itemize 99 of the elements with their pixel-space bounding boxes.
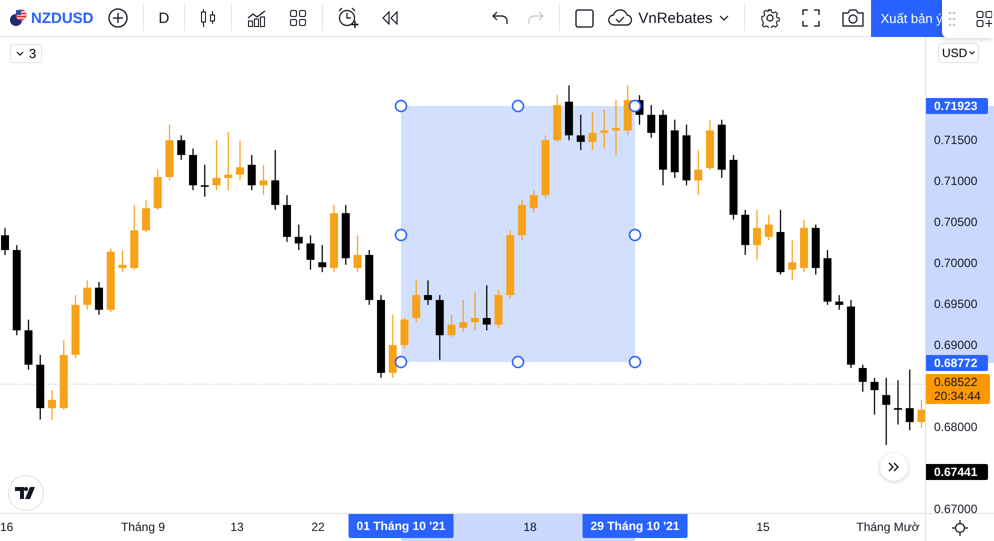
price-tick: 0.71000 [934, 174, 978, 188]
resize-handle[interactable] [628, 228, 642, 242]
candlestick [118, 249, 126, 273]
settings-icon [760, 8, 780, 28]
rewind-icon [382, 11, 398, 25]
candlestick [142, 199, 150, 233]
axis-settings-button[interactable] [952, 520, 968, 536]
price-tick: 0.71500 [934, 133, 978, 148]
logo-badge[interactable] [8, 475, 44, 511]
time-tick: 22 [311, 519, 325, 535]
time-tick: 15 [756, 519, 770, 535]
candlestick [1, 227, 9, 256]
candlestick [306, 234, 314, 270]
candlestick [858, 364, 867, 392]
time-tick: Tháng 9 [120, 519, 166, 535]
candlestick [200, 164, 209, 198]
price-tick: 0.69500 [934, 297, 978, 312]
time-tick: 16 [0, 519, 14, 535]
candles-icon [200, 8, 216, 28]
candlestick [471, 291, 479, 331]
add-grid-icon[interactable] [976, 10, 992, 28]
price-tick: 0.70000 [934, 256, 978, 270]
square-icon [575, 8, 594, 28]
candlestick [212, 140, 220, 191]
price-label: 0.68772 [926, 355, 988, 371]
candlestick [835, 294, 844, 310]
candlestick [354, 234, 362, 273]
undo-icon [492, 11, 508, 25]
date-label: 29 Tháng 10 '21 [582, 514, 688, 538]
price-tick: 0.70500 [934, 215, 978, 230]
account-button[interactable]: VnRebates [601, 4, 736, 32]
candlestick [236, 140, 244, 181]
legend-toggle[interactable]: 3 [10, 44, 42, 63]
candlestick [612, 99, 620, 156]
resize-handle[interactable] [512, 356, 524, 368]
chevron-down-icon [16, 51, 24, 56]
cloud-check-icon [608, 9, 632, 27]
double-chevron-icon [888, 462, 900, 472]
interval-button[interactable]: D [152, 4, 176, 32]
logo-icon [15, 487, 37, 499]
bar-chart-icon [247, 9, 268, 27]
resize-handle[interactable] [394, 100, 408, 112]
candlestick [600, 109, 608, 150]
resize-handle[interactable] [394, 356, 408, 368]
sun-icon [952, 520, 968, 536]
time-tick: 13 [230, 519, 244, 535]
flag-icon [9, 9, 27, 27]
time-tick: Tháng Mườ [856, 519, 920, 535]
candlestick [588, 112, 596, 151]
fullscreen-icon [802, 9, 820, 27]
candlestick [906, 369, 914, 431]
caret-icon [969, 51, 976, 55]
current-price-label: 0.68522 20:34:44 [926, 374, 990, 404]
scroll-to-latest-button[interactable] [880, 453, 908, 481]
candlestick [424, 280, 432, 306]
price-label: 0.67441 [926, 464, 988, 480]
candlestick [318, 244, 326, 273]
candlestick [95, 281, 103, 316]
candlestick [224, 131, 232, 191]
candlestick [882, 377, 890, 446]
candlestick [647, 104, 656, 138]
caret-icon [718, 15, 729, 21]
candlestick [83, 280, 92, 310]
candlestick [530, 190, 538, 213]
alarm-clock-icon [338, 7, 360, 29]
resize-handle[interactable] [628, 356, 642, 368]
resize-handle[interactable] [394, 228, 408, 242]
currency-dropdown[interactable]: USD [938, 43, 980, 63]
resize-handle[interactable] [628, 100, 642, 112]
price-tick: 0.69000 [934, 338, 978, 352]
candlestick [459, 299, 468, 333]
symbol-button[interactable]: NZDUSD [27, 4, 100, 32]
candlestick [788, 240, 796, 281]
candlestick [448, 314, 456, 338]
price-label: 0.71923 [926, 98, 988, 114]
candlestick [48, 390, 56, 420]
candlestick [260, 164, 268, 196]
time-tick: 18 [523, 519, 537, 535]
candlestick [294, 224, 303, 251]
candlestick [753, 209, 761, 260]
resize-handle[interactable] [512, 100, 524, 112]
price-tick: 0.67000 [934, 502, 978, 516]
candlestick [177, 134, 186, 160]
camera-icon [842, 9, 864, 27]
candlestick [694, 149, 702, 196]
candlestick [894, 380, 902, 426]
candlestick [870, 377, 878, 416]
candlestick [764, 214, 773, 241]
redo-icon [528, 11, 544, 25]
price-tick: 0.68000 [934, 420, 978, 434]
candlestick [482, 284, 491, 331]
candlestick [248, 154, 256, 191]
candlestick [918, 399, 925, 428]
candlestick [576, 114, 585, 151]
drag-handle-icon[interactable] [948, 11, 956, 27]
grid-icon [289, 9, 308, 27]
date-label: 01 Tháng 10 '21 [348, 514, 454, 538]
candlestick [412, 280, 420, 323]
plus-circle-icon [108, 8, 128, 28]
